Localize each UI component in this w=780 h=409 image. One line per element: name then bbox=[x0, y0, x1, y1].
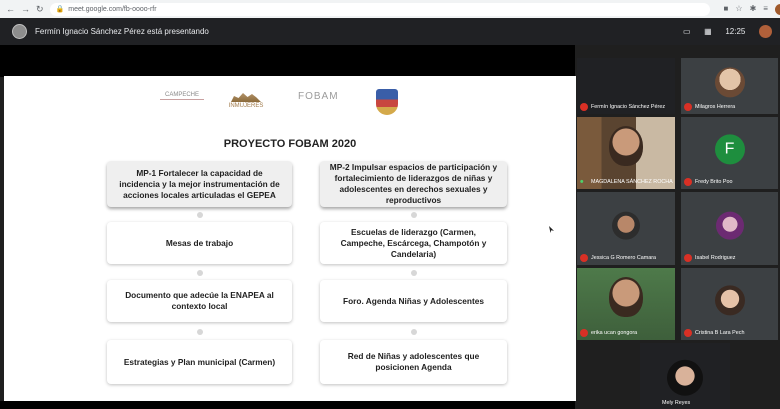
captions-icon[interactable]: ▭ bbox=[683, 27, 691, 36]
avatar bbox=[715, 211, 744, 240]
layout-icon[interactable]: ▦ bbox=[704, 27, 712, 36]
participant-video-tile[interactable]: erika ucan gongora bbox=[577, 268, 675, 340]
reload-icon[interactable]: ↻ bbox=[36, 4, 44, 15]
connector-dot bbox=[197, 270, 203, 276]
presentation-letterbox-bottom bbox=[0, 401, 575, 409]
card-foro: Foro. Agenda Niñas y Adolescentes bbox=[320, 280, 507, 322]
mic-off-icon bbox=[684, 103, 692, 111]
profile-avatar[interactable] bbox=[774, 3, 780, 15]
avatar bbox=[667, 359, 703, 396]
avatar bbox=[714, 67, 745, 98]
participant-video-tile[interactable]: ⦁ MAGDALENA SÁNCHEZ ROCHA bbox=[577, 117, 675, 189]
participant-tile[interactable]: Jessica G Romero Camara bbox=[577, 192, 675, 265]
avatar: F bbox=[714, 134, 745, 165]
camera-icon[interactable]: ■ bbox=[724, 4, 729, 15]
card-escuelas: Escuelas de liderazgo (Carmen, Campeche,… bbox=[320, 222, 507, 264]
fobam-logo: FOBAM bbox=[298, 91, 339, 102]
mp2-card: MP-2 Impulsar espacios de participación … bbox=[320, 161, 507, 207]
participant-video bbox=[609, 276, 643, 317]
avatar bbox=[714, 285, 745, 316]
card-documento: Documento que adecúe la ENAPEA al contex… bbox=[107, 280, 292, 322]
mic-off-icon bbox=[580, 103, 588, 111]
connector-dot bbox=[197, 329, 203, 335]
mic-off-icon bbox=[684, 178, 692, 186]
card-estrategias: Estrategias y Plan municipal (Carmen) bbox=[107, 340, 292, 384]
mic-off-icon bbox=[684, 254, 692, 262]
shield-icon bbox=[376, 89, 398, 115]
participant-video bbox=[609, 125, 643, 166]
presenter-avatar bbox=[12, 24, 27, 39]
address-bar[interactable]: 🔒 meet.google.com/fb-oooo-rfr bbox=[49, 2, 710, 16]
clock-time: 12:25 bbox=[725, 27, 746, 36]
participant-tile[interactable]: Isabel Rodriguez bbox=[681, 192, 778, 265]
mic-off-icon bbox=[580, 329, 588, 337]
browser-toolbar: ← → ↻ 🔒 meet.google.com/fb-oooo-rfr ■ ☆ … bbox=[0, 0, 780, 18]
self-avatar[interactable] bbox=[758, 25, 772, 38]
presentation-letterbox-top bbox=[0, 45, 575, 77]
forward-icon[interactable]: → bbox=[21, 4, 30, 14]
card-mesas: Mesas de trabajo bbox=[107, 222, 292, 264]
mic-off-icon bbox=[580, 254, 588, 262]
top-toolbar: ▭ ▦ 12:25 bbox=[675, 18, 780, 45]
participant-tile[interactable]: Mely Reyes bbox=[640, 343, 730, 409]
mic-on-icon: ⦁ bbox=[580, 178, 584, 185]
mic-off-icon bbox=[684, 329, 692, 337]
url-text: meet.google.com/fb-oooo-rfr bbox=[68, 5, 157, 13]
card-red: Red de Niñas y adolescentes que posicion… bbox=[320, 340, 507, 384]
bookmark-star-icon[interactable]: ☆ bbox=[735, 4, 742, 15]
back-icon[interactable]: ← bbox=[6, 4, 15, 14]
extensions-icon[interactable]: ✱ bbox=[750, 4, 757, 15]
presenting-text: Fermín Ignacio Sánchez Pérez está presen… bbox=[35, 27, 209, 36]
connector-dot bbox=[411, 329, 417, 335]
meet-window: Fermín Ignacio Sánchez Pérez está presen… bbox=[0, 18, 780, 409]
participant-tile[interactable]: F Fredy Brito Poo bbox=[681, 117, 778, 189]
mp1-card: MP-1 Fortalecer la capacidad de incidenc… bbox=[107, 161, 292, 207]
campeche-logo: CAMPECHE bbox=[160, 92, 204, 100]
slide-title: PROYECTO FOBAM 2020 bbox=[223, 138, 357, 150]
lock-icon: 🔒 bbox=[55, 6, 65, 13]
connector-dot bbox=[197, 212, 203, 218]
presenting-bar: Fermín Ignacio Sánchez Pérez está presen… bbox=[0, 18, 675, 45]
menu-icon[interactable]: ≡ bbox=[763, 4, 768, 15]
logo-row: CAMPECHE INMUJERES FOBAM bbox=[4, 86, 576, 122]
avatar bbox=[612, 211, 640, 240]
participant-tile[interactable]: Fermín Ignacio Sánchez Pérez bbox=[577, 58, 675, 114]
participant-tile[interactable]: Cristina B Lara Pech bbox=[681, 268, 778, 340]
inmujeres-logo: INMUJERES bbox=[226, 92, 266, 110]
participant-tile[interactable]: Milagros Herrera bbox=[681, 58, 778, 114]
connector-dot bbox=[411, 212, 417, 218]
mouse-cursor-icon bbox=[549, 226, 554, 233]
shared-slide: CAMPECHE INMUJERES FOBAM PROYECTO FOBAM … bbox=[4, 76, 576, 401]
connector-dot bbox=[411, 270, 417, 276]
